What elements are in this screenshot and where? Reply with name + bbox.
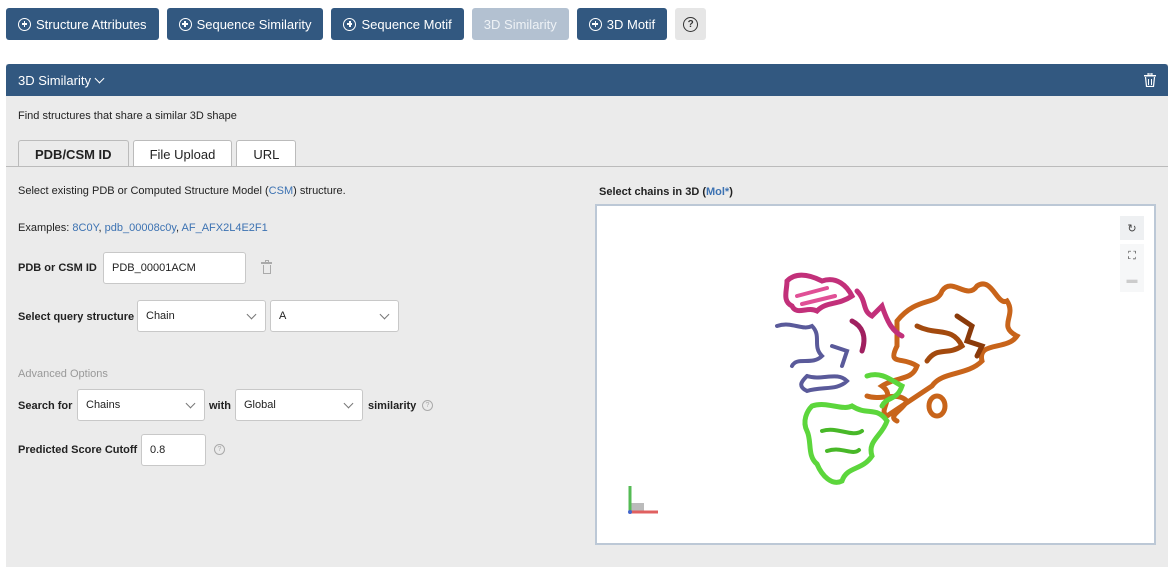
sequence-motif-button[interactable]: Sequence Motif	[331, 8, 464, 40]
structure-attributes-label: Structure Attributes	[36, 16, 147, 32]
search-for-value: Chains	[86, 399, 121, 411]
sequence-similarity-button[interactable]: Sequence Similarity	[166, 8, 324, 40]
viewer-label-suffix: )	[729, 186, 733, 198]
pdb-id-input[interactable]: PDB_00001ACM	[103, 252, 246, 284]
advanced-options-label[interactable]: Advanced Options	[18, 368, 108, 380]
viewer-label: Select chains in 3D (Mol*)	[599, 186, 733, 198]
intro-suffix: ) structure.	[293, 185, 346, 197]
3d-similarity-button: 3D Similarity	[471, 8, 569, 40]
molstar-3d-viewer[interactable]: ↻ ⛶ ▬	[595, 204, 1156, 545]
query-label: Select query structure	[18, 311, 135, 323]
help-button[interactable]: ?	[675, 8, 707, 40]
chain-magenta	[783, 272, 905, 354]
sequence-motif-label: Sequence Motif	[361, 16, 452, 32]
molstar-link[interactable]: Mol*	[706, 186, 729, 198]
search-for-select[interactable]: Chains	[77, 389, 205, 421]
query-type-select[interactable]: Chain	[137, 300, 266, 332]
chevron-down-icon	[379, 309, 390, 320]
protein-structure-render	[628, 272, 1021, 514]
panel-title: 3D Similarity	[18, 72, 91, 88]
panel-description: Find structures that share a similar 3D …	[18, 110, 237, 122]
chevron-down-icon	[94, 73, 105, 83]
add-circle-icon	[588, 17, 602, 31]
tab-file-upload[interactable]: File Upload	[132, 140, 233, 167]
axes-gizmo-icon	[628, 486, 658, 514]
input-tabs: PDB/CSM ID File Upload URL	[18, 140, 297, 167]
similarity-type-select[interactable]: Global	[235, 389, 363, 421]
add-circle-icon	[178, 17, 192, 31]
query-chain-select[interactable]: A	[270, 300, 399, 332]
3d-similarity-panel: 3D Similarity Find structures that share…	[6, 64, 1168, 567]
chain-slate	[775, 322, 850, 394]
question-icon: ?	[683, 16, 699, 32]
id-label: PDB or CSM ID	[18, 262, 97, 274]
query-toolbar: Structure Attributes Sequence Similarity…	[6, 8, 707, 40]
tab-divider	[6, 166, 1168, 167]
add-circle-icon	[343, 17, 357, 31]
3d-motif-button[interactable]: 3D Motif	[576, 8, 668, 40]
intro-text: Select existing PDB or Computed Structur…	[18, 185, 346, 197]
similarity-type-value: Global	[244, 399, 276, 411]
search-for-label: Search for	[18, 400, 73, 412]
tab-pdb-csm-id[interactable]: PDB/CSM ID	[18, 140, 129, 167]
example-link[interactable]: pdb_00008c0y	[105, 222, 176, 234]
csm-link[interactable]: CSM	[269, 185, 293, 197]
chevron-down-icon	[185, 398, 196, 409]
tab-url[interactable]: URL	[236, 140, 297, 167]
cutoff-input[interactable]: 0.8	[141, 434, 206, 466]
similarity-label: similarity	[368, 400, 417, 412]
examples-line: Examples: 8C0Y, pdb_00008c0y, AF_AFX2L4E…	[18, 222, 268, 234]
chevron-down-icon	[246, 309, 257, 320]
example-link[interactable]: AF_AFX2L4E2F1	[182, 222, 268, 234]
clear-id-icon[interactable]	[261, 260, 272, 274]
query-type-value: Chain	[146, 310, 175, 322]
delete-panel-icon[interactable]	[1144, 73, 1156, 87]
query-chain-value: A	[279, 310, 287, 322]
viewer-label-prefix: Select chains in 3D (	[599, 186, 706, 198]
cutoff-help-icon[interactable]: ?	[214, 444, 225, 455]
3d-similarity-label: 3D Similarity	[483, 16, 557, 32]
example-link[interactable]: 8C0Y	[72, 222, 98, 234]
chevron-down-icon	[343, 398, 354, 409]
examples-label: Examples:	[18, 222, 70, 234]
with-label: with	[209, 400, 231, 412]
3d-motif-label: 3D Motif	[606, 16, 656, 32]
intro-prefix: Select existing PDB or Computed Structur…	[18, 185, 269, 197]
structure-attributes-button[interactable]: Structure Attributes	[6, 8, 159, 40]
sequence-similarity-label: Sequence Similarity	[196, 16, 312, 32]
add-circle-icon	[18, 17, 31, 31]
similarity-help-icon[interactable]: ?	[422, 400, 433, 411]
cutoff-label: Predicted Score Cutoff	[18, 444, 138, 456]
panel-header[interactable]: 3D Similarity	[6, 64, 1168, 96]
